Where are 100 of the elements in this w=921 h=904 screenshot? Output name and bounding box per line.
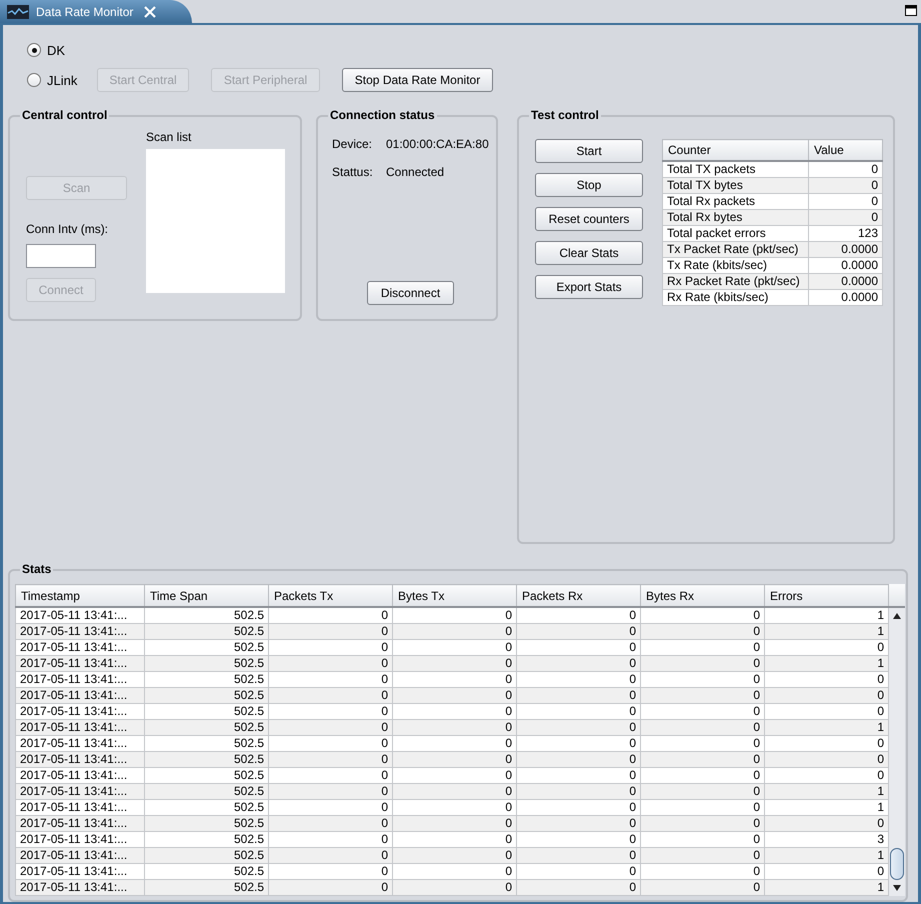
field-label: Device: (332, 137, 374, 151)
table-cell: 2017-05-11 13:41:... (16, 784, 144, 800)
table-cell: 0 (640, 688, 764, 704)
table-cell: 502.5 (144, 816, 268, 832)
test-button[interactable]: Start (535, 139, 643, 163)
table-cell: Tx Packet Rate (pkt/sec) (662, 242, 808, 258)
table-cell: 0 (640, 720, 764, 736)
table-cell: 0 (516, 880, 640, 896)
table-cell: 502.5 (144, 688, 268, 704)
table-cell: 2017-05-11 13:41:... (16, 752, 144, 768)
table-cell: 0 (516, 848, 640, 864)
test-button[interactable]: Export Stats (535, 275, 643, 299)
table-cell: Rx Rate (kbits/sec) (662, 290, 808, 306)
table-cell: Total TX bytes (662, 178, 808, 194)
table-cell: 2017-05-11 13:41:... (16, 816, 144, 832)
toolbar-button[interactable]: Stop Data Rate Monitor (342, 68, 493, 92)
table-cell: 2017-05-11 13:41:... (16, 624, 144, 640)
table-cell: 502.5 (144, 656, 268, 672)
table-cell: 502.5 (144, 752, 268, 768)
table-cell: 0 (516, 688, 640, 704)
table-cell: 0 (640, 656, 764, 672)
table-cell: 1 (764, 784, 888, 800)
table-cell: 0 (268, 848, 392, 864)
table-cell: 0 (392, 848, 516, 864)
table-cell: 0 (268, 656, 392, 672)
panel-title: Central control (20, 108, 110, 122)
table-cell: 0 (808, 210, 882, 226)
conn-interval-label: Conn Intv (ms): (26, 222, 108, 236)
table-cell: 0 (268, 720, 392, 736)
table-cell: 0 (764, 816, 888, 832)
table-cell: 1 (764, 656, 888, 672)
disconnect-button[interactable]: Disconnect (367, 281, 454, 305)
column-header[interactable]: Value (808, 140, 882, 161)
scroll-up-icon[interactable] (892, 612, 902, 620)
table-cell: 1 (764, 880, 888, 896)
app-logo-icon (7, 4, 29, 18)
column-header[interactable]: Bytes Rx (640, 584, 764, 607)
close-icon[interactable] (144, 6, 156, 18)
table-cell: 0 (392, 688, 516, 704)
table-cell: 502.5 (144, 880, 268, 896)
table-cell: 0 (640, 752, 764, 768)
table-cell: 0 (392, 784, 516, 800)
tab[interactable]: Data Rate Monitor (0, 0, 192, 23)
table-cell: 502.5 (144, 624, 268, 640)
table-cell: 0 (640, 848, 764, 864)
header-corner (889, 584, 905, 608)
column-header[interactable]: Counter (662, 140, 808, 161)
table-cell: 2017-05-11 13:41:... (16, 656, 144, 672)
table-cell: 0 (640, 624, 764, 640)
field-label: Stattus: (332, 165, 374, 179)
tab-title: Data Rate Monitor (36, 4, 134, 18)
conn-interval-field[interactable] (26, 244, 96, 268)
table-cell: 1 (764, 848, 888, 864)
maximize-icon[interactable] (905, 5, 917, 16)
table-cell: 0 (268, 624, 392, 640)
table-cell: 502.5 (144, 848, 268, 864)
test-button[interactable]: Clear Stats (535, 241, 643, 265)
scrollbar[interactable] (889, 608, 905, 896)
column-header[interactable]: Packets Tx (268, 584, 392, 607)
table-cell: 0 (764, 752, 888, 768)
table-cell: 2017-05-11 13:41:... (16, 880, 144, 896)
panel-title: Test control (529, 108, 601, 122)
table-cell: 0 (640, 784, 764, 800)
table-cell: 0 (392, 816, 516, 832)
table-cell: Rx Packet Rate (pkt/sec) (662, 274, 808, 290)
table-cell: 0.0000 (808, 290, 882, 306)
table-cell: 0 (392, 880, 516, 896)
radio-button[interactable]: DK (27, 42, 97, 58)
scroll-thumb[interactable] (890, 848, 904, 880)
table-cell: 0 (268, 880, 392, 896)
table-cell: 1 (764, 624, 888, 640)
column-header[interactable]: Packets Rx (516, 584, 640, 607)
table-cell: 0 (392, 624, 516, 640)
column-header[interactable]: Errors (764, 584, 888, 607)
table-cell: 0.0000 (808, 274, 882, 290)
table-cell: 0 (392, 720, 516, 736)
table-cell: 0 (392, 752, 516, 768)
panel-title: Stats (20, 562, 54, 576)
table-cell: 0 (268, 752, 392, 768)
table-cell: 0 (808, 178, 882, 194)
test-button[interactable]: Reset counters (535, 207, 643, 231)
scroll-down-icon[interactable] (892, 884, 902, 892)
test-button[interactable]: Stop (535, 173, 643, 197)
table-cell: 0 (516, 784, 640, 800)
table-cell: 0 (268, 816, 392, 832)
table-cell: 0 (764, 688, 888, 704)
panel-title: Connection status (328, 108, 437, 122)
table-cell: 0 (268, 688, 392, 704)
column-header[interactable]: Timestamp (16, 584, 144, 607)
column-header[interactable]: Bytes Tx (392, 584, 516, 607)
radio-button[interactable]: JLink (27, 72, 97, 88)
table-cell: 0 (392, 656, 516, 672)
field-value: Connected (386, 165, 444, 179)
table-cell: Total Rx bytes (662, 210, 808, 226)
column-header[interactable]: Time Span (144, 584, 268, 607)
table-cell: 0 (640, 816, 764, 832)
table-cell: 0 (516, 624, 640, 640)
table-cell: 2017-05-11 13:41:... (16, 720, 144, 736)
table-cell: 0 (516, 656, 640, 672)
table-cell: 2017-05-11 13:41:... (16, 848, 144, 864)
